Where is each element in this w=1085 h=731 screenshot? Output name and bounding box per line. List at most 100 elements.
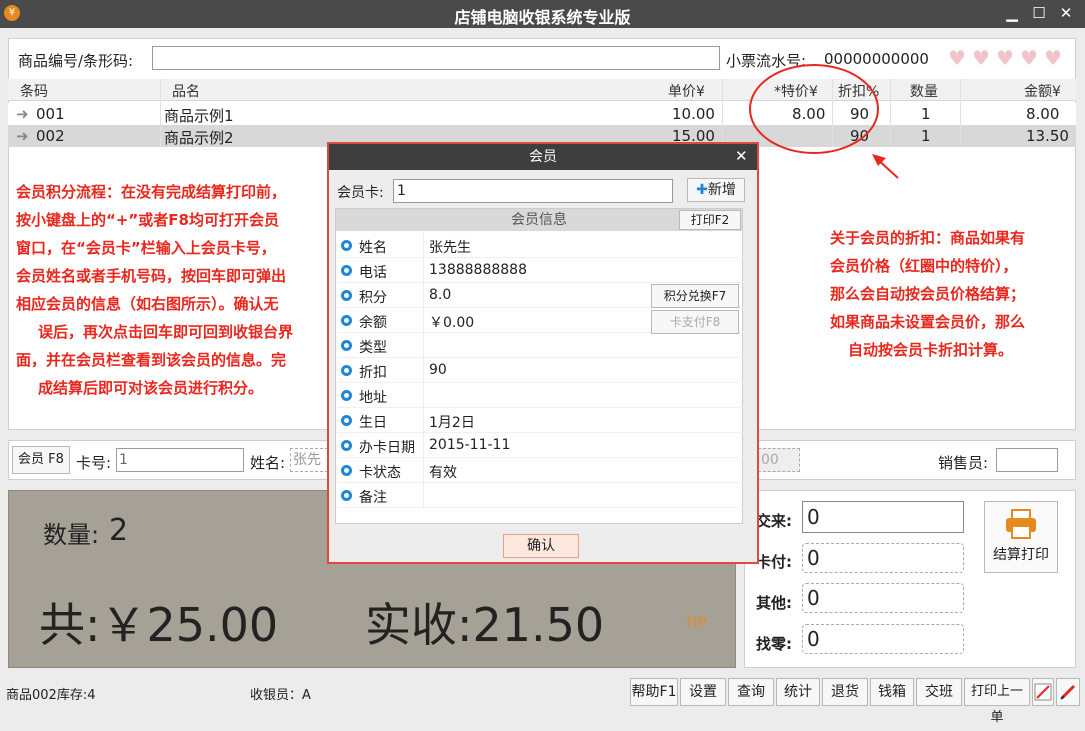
dialog-card-input[interactable]: 1 [393, 179, 673, 203]
print-button[interactable]: 打印F2 [679, 210, 741, 230]
shift-button[interactable]: 交班 [916, 678, 962, 706]
cell-price: 10.00 [672, 105, 715, 123]
heart-icon: ♥ [996, 46, 1014, 70]
bullet-icon [341, 340, 352, 351]
bullet-icon [341, 440, 352, 451]
field-row-issue-date: 办卡日期 2015-11-11 [337, 433, 743, 458]
cash-drawer-button[interactable]: 钱箱 [870, 678, 914, 706]
grid-divider [722, 79, 723, 147]
card-label: 卡号: [76, 454, 112, 472]
member-name-field: 张先 [290, 448, 328, 472]
cell-name: 商品示例2 [164, 129, 234, 147]
annotation-left: 会员积分流程：在没有完成结算打印前， 按小键盘上的“+”或者F8均可打开会员 窗… [16, 183, 294, 397]
table-row[interactable]: ➜ 001 商品示例1 10.00 8.00 90 1 8.00 [8, 103, 1076, 125]
seller-label: 销售员: [938, 454, 989, 472]
cell-name: 商品示例1 [164, 107, 234, 125]
row-arrow-icon: ➜ [16, 127, 29, 145]
maximize-button[interactable]: ☐ [1027, 2, 1051, 24]
dialog-title: 会员 [329, 144, 757, 170]
minimize-button[interactable]: ▁ [1000, 2, 1024, 24]
other-field: 0 [802, 583, 964, 613]
field-row-discount: 折扣 90 [337, 358, 743, 383]
row-arrow-icon: ➜ [16, 105, 29, 123]
stats-button[interactable]: 统计 [776, 678, 820, 706]
actual-amount: 实收:21.50 [365, 598, 605, 652]
dialog-card-label: 会员卡: [337, 185, 384, 201]
other-label: 其他: [756, 594, 792, 612]
add-member-button[interactable]: ✚新增 [687, 178, 745, 202]
change-field: 0 [802, 624, 964, 654]
paid-label: 交来: [756, 512, 792, 530]
balance-field: 00 [758, 448, 800, 472]
member-dialog: 会员 ✕ 会员卡: 1 ✚新增 会员信息 打印F2 姓名 张先生 电话 138888… [327, 142, 759, 564]
qty-label: 数量: [43, 521, 100, 549]
bullet-icon [341, 465, 352, 476]
window-title: 店铺电脑收银系统专业版 [454, 8, 631, 27]
change-label: 找零: [756, 635, 792, 653]
col-header-amount: 金额¥ [1024, 84, 1061, 100]
bullet-icon [341, 315, 352, 326]
bullet-icon [341, 265, 352, 276]
cashier-status: 收银员：A [250, 688, 311, 703]
heart-icon: ♥ [1044, 46, 1062, 70]
heart-icon: ♥ [948, 46, 966, 70]
cell-amount: 8.00 [1026, 105, 1060, 123]
query-button[interactable]: 查询 [728, 678, 774, 706]
heart-icon: ♥ [972, 46, 990, 70]
confirm-button[interactable]: 确认 [503, 534, 579, 558]
chart-icon[interactable] [1032, 678, 1054, 706]
dialog-close-icon[interactable]: ✕ [735, 147, 748, 165]
card-pay-button[interactable]: 卡支付F8 [651, 310, 739, 334]
barcode-label: 商品编号/条形码: [18, 52, 134, 70]
paid-input[interactable]: 0 [802, 501, 964, 533]
plus-icon: ✚ [696, 182, 708, 198]
field-row-birthday: 生日 1月2日 [337, 408, 743, 433]
total-amount: 共:￥25.00 [39, 598, 279, 652]
annotation-circle [749, 64, 899, 179]
bullet-icon [341, 390, 352, 401]
col-header-code: 条码 [20, 84, 48, 100]
bullet-icon [341, 415, 352, 426]
field-row-address: 地址 [337, 383, 743, 408]
help-button[interactable]: 帮助F1 [630, 678, 678, 706]
redeem-points-button[interactable]: 积分兑换F7 [651, 284, 739, 308]
cell-qty: 1 [921, 127, 931, 145]
bullet-icon [341, 365, 352, 376]
cardpay-field: 0 [802, 543, 964, 573]
barcode-input[interactable] [152, 46, 720, 70]
seller-field[interactable] [996, 448, 1058, 472]
col-header-qty: 数量 [910, 84, 938, 100]
checkout-print-button[interactable]: 结算打印 [984, 501, 1058, 573]
tip-tag: TIP [685, 615, 707, 631]
member-button[interactable]: 会员 F8 [12, 446, 70, 474]
qty-value: 2 [109, 513, 129, 548]
cell-qty: 1 [921, 105, 931, 123]
return-button[interactable]: 退货 [822, 678, 868, 706]
field-row-card-status: 卡状态 有效 [337, 458, 743, 483]
field-row-name: 姓名 张先生 [337, 233, 743, 258]
grid-divider [160, 79, 161, 147]
grid-divider [960, 79, 961, 147]
col-header-name: 品名 [172, 84, 200, 100]
cell-code: 001 [36, 105, 65, 123]
card-number-field[interactable]: 1 [116, 448, 244, 472]
close-button[interactable]: ✕ [1054, 2, 1078, 24]
field-row-phone: 电话 13888888888 [337, 258, 743, 283]
stock-status: 商品002库存:4 [6, 688, 96, 703]
settings-button[interactable]: 设置 [680, 678, 726, 706]
printer-icon [1006, 509, 1036, 539]
field-row-note: 备注 [337, 483, 743, 508]
col-header-price: 单价¥ [668, 84, 705, 100]
bullet-icon [341, 290, 352, 301]
cardpay-label: 卡付: [756, 553, 792, 571]
grid-header: 条码 品名 单价¥ *特价¥ 折扣% 数量 金额¥ [8, 79, 1076, 101]
pencil-icon[interactable] [1056, 678, 1080, 706]
heart-icon: ♥ [1020, 46, 1038, 70]
reprint-button[interactable]: 打印上一单 [964, 678, 1030, 725]
cell-code: 002 [36, 127, 65, 145]
name-label: 姓名: [250, 454, 286, 472]
field-row-type: 类型 [337, 333, 743, 358]
cell-amount: 13.50 [1026, 127, 1069, 145]
title-bar: ¥ 店铺电脑收银系统专业版 ▁ ☐ ✕ [0, 0, 1085, 28]
annotation-right: 关于会员的折扣：商品如果有 会员价格（红圈中的特价）， 那么会自动按会员价格结算… [830, 229, 1026, 359]
